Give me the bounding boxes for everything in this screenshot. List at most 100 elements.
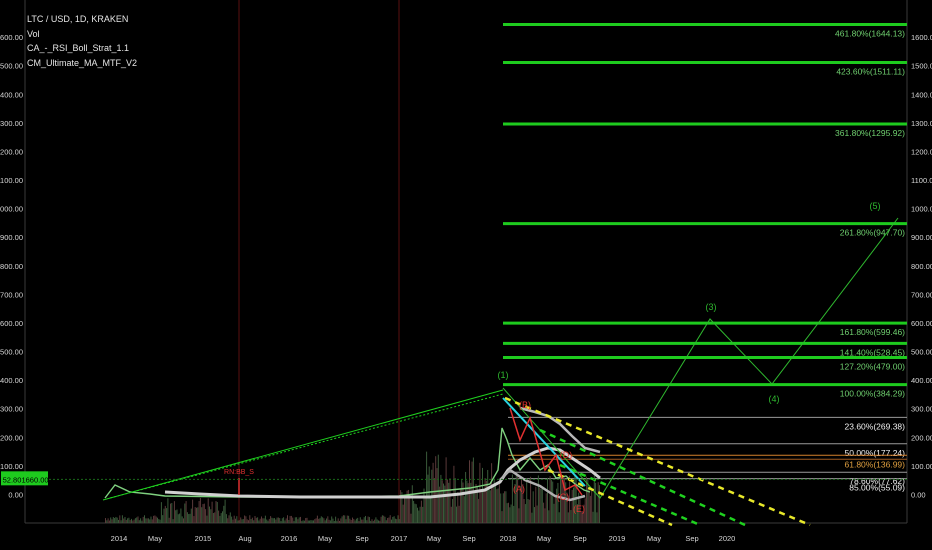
volume-bar (483, 490, 485, 523)
y-tick-right: 1400.00 (911, 90, 932, 99)
volume-bar (262, 518, 264, 523)
volume-bar (532, 491, 534, 523)
volume-bar (179, 513, 181, 523)
fib-label: 261.80%(947.70) (840, 228, 905, 238)
volume-bar (173, 501, 175, 523)
wave-label: (3) (706, 302, 717, 312)
volume-bar (549, 476, 551, 523)
volume-bar (292, 517, 294, 523)
volume-bar (537, 475, 539, 523)
x-tick: 2014 (111, 534, 128, 543)
volume-bar (435, 456, 437, 523)
volume-bar (263, 518, 265, 523)
y-tick-left: 100.00 (0, 462, 23, 471)
volume-bar (554, 495, 556, 523)
volume-bar (474, 491, 476, 523)
volume-bar (163, 508, 165, 523)
volume-bar (394, 518, 396, 523)
volume-bar (368, 517, 370, 523)
volume-bar (479, 462, 481, 523)
volume-bar (346, 515, 348, 523)
volume-bar (215, 501, 217, 523)
volume-bar (322, 517, 324, 523)
volume-bar (492, 485, 494, 523)
volume-bar (541, 488, 543, 523)
volume-bar (461, 480, 463, 523)
volume-bar (433, 478, 435, 523)
volume-bar (228, 515, 230, 523)
volume-bar (223, 505, 225, 523)
volume-bar (596, 512, 598, 523)
x-tick: Sep (573, 534, 586, 543)
volume-bar (253, 520, 255, 523)
x-tick: May (318, 534, 332, 543)
volume-bar (558, 512, 560, 523)
volume-bar (467, 483, 469, 523)
volume-bar (232, 519, 234, 523)
volume-bar (448, 482, 450, 523)
volume-bar (339, 520, 340, 523)
chart-legend: LTC / USD, 1D, KRAKEN Vol CA_-_RSI_Boll_… (27, 12, 137, 70)
volume-bar (255, 517, 257, 523)
volume-bar (119, 515, 121, 523)
volume-bar (588, 489, 590, 523)
y-tick-right: 1200.00 (911, 147, 932, 156)
volume-bar (496, 489, 498, 523)
price-chart[interactable]: 0.00 0.00 100.00 100.00 200.00 200.00 300.00 30… (0, 0, 932, 550)
volume-bar (316, 515, 318, 523)
volume-bar (428, 466, 430, 523)
fib-label: 23.60%(269.38) (845, 421, 906, 431)
volume-bar (125, 519, 127, 523)
fib-label: 100.00%(384.29) (840, 389, 905, 399)
volume-bar (271, 517, 273, 523)
volume-bar (211, 501, 213, 523)
x-tick: May (647, 534, 661, 543)
volume-bar (348, 515, 350, 523)
indicator-ultimate-ma[interactable]: CM_Ultimate_MA_MTF_V2 (27, 56, 137, 71)
volume-bar (257, 517, 259, 523)
volume-bar (446, 479, 448, 523)
volume-bar (294, 517, 296, 523)
volume-bar (463, 496, 465, 523)
volume-bar (210, 509, 212, 523)
volume-bar (279, 518, 281, 523)
volume-bar (287, 515, 288, 523)
volume-bar (248, 520, 249, 523)
volume-bar (244, 515, 246, 523)
volume-bar (270, 516, 272, 523)
volume-bar (219, 515, 221, 523)
volume-bar (527, 498, 529, 523)
y-tick-left: 1600.00 (0, 33, 23, 42)
volume-bar (518, 508, 520, 523)
volume-bar (370, 520, 372, 523)
volume-bar (535, 486, 537, 523)
volume-bar (218, 510, 220, 523)
volume-bar (153, 515, 155, 523)
volume-bar (201, 507, 203, 523)
volume-bar (530, 476, 532, 523)
volume-bar (288, 519, 290, 523)
volume-bar (326, 518, 327, 523)
indicator-vol[interactable]: Vol (27, 27, 137, 42)
volume-bar (501, 511, 503, 523)
fib-label: 161.80%(599.46) (840, 327, 905, 337)
volume-bar (363, 517, 365, 523)
symbol-title[interactable]: LTC / USD, 1D, KRAKEN (27, 12, 137, 27)
volume-bar (423, 488, 425, 523)
x-tick: May (148, 534, 162, 543)
volume-bar (227, 518, 229, 523)
volume-bar (188, 514, 190, 523)
volume-bar (190, 508, 192, 523)
volume-bar (359, 517, 361, 523)
volume-bar (222, 511, 223, 523)
indicator-rsi-boll[interactable]: CA_-_RSI_Boll_Strat_1.1 (27, 41, 137, 56)
volume-bar (376, 519, 378, 523)
volume-bar (212, 513, 214, 523)
volume-bar (379, 520, 381, 523)
volume-bar (504, 491, 506, 523)
volume-bar (413, 500, 415, 523)
volume-bar (275, 519, 277, 523)
wave-label: (1) (498, 370, 509, 380)
y-tick-left: 1300.00 (0, 119, 23, 128)
volume-bar (545, 493, 547, 523)
